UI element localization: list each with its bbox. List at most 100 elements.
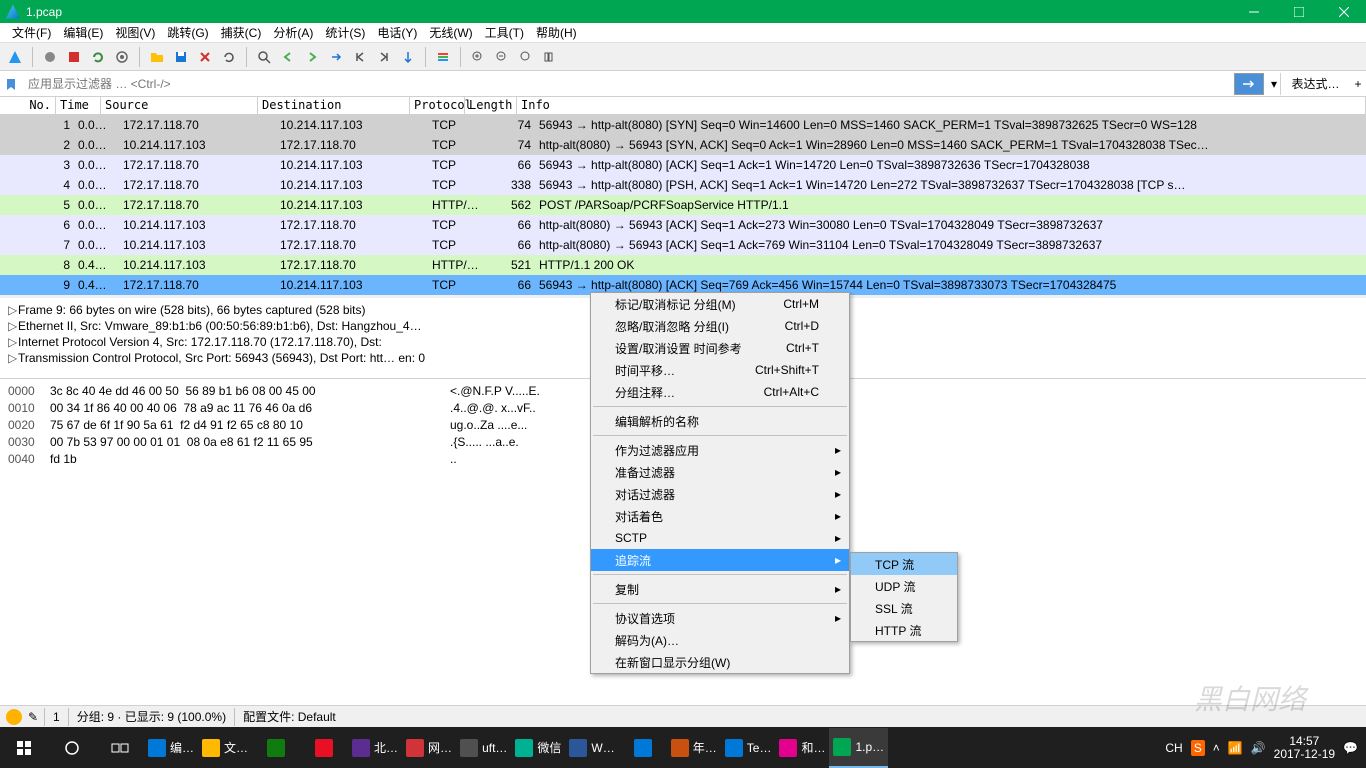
packet-row[interactable]: 20.0…10.214.117.103172.17.118.70TCP74htt… bbox=[0, 135, 1366, 155]
toolbar-logo-icon[interactable] bbox=[4, 46, 26, 68]
packet-row[interactable]: 60.0…10.214.117.103172.17.118.70TCP66htt… bbox=[0, 215, 1366, 235]
filter-bookmark-icon[interactable] bbox=[0, 73, 22, 95]
context-menu-item[interactable]: 协议首选项▸ bbox=[591, 607, 849, 629]
packet-row[interactable]: 40.0…172.17.118.7010.214.117.103TCP33856… bbox=[0, 175, 1366, 195]
restart-capture-icon[interactable] bbox=[87, 46, 109, 68]
context-menu-item[interactable]: 忽略/取消忽略 分组(I)Ctrl+D bbox=[591, 315, 849, 337]
prev-icon[interactable] bbox=[277, 46, 299, 68]
taskbar-app[interactable]: Te… bbox=[721, 728, 776, 768]
context-menu-item[interactable]: 复制▸ bbox=[591, 578, 849, 600]
taskbar-app[interactable]: 文… bbox=[198, 728, 252, 768]
open-file-icon[interactable] bbox=[146, 46, 168, 68]
context-menu-item[interactable]: 设置/取消设置 时间参考Ctrl+T bbox=[591, 337, 849, 359]
taskbar-app[interactable]: 1.p… bbox=[829, 728, 888, 768]
column-header[interactable]: Info bbox=[517, 97, 1366, 114]
display-filter-input[interactable] bbox=[22, 73, 1234, 95]
menu-item-7[interactable]: 电话(Y) bbox=[371, 22, 423, 43]
column-header[interactable]: Protocol bbox=[410, 97, 465, 114]
goto-first-icon[interactable] bbox=[349, 46, 371, 68]
zoom-out-icon[interactable] bbox=[491, 46, 513, 68]
submenu-item[interactable]: SSL 流 bbox=[851, 597, 957, 619]
tray-clock[interactable]: 14:57 bbox=[1274, 735, 1335, 748]
menu-item-0[interactable]: 文件(F) bbox=[6, 22, 57, 43]
zoom-reset-icon[interactable] bbox=[515, 46, 537, 68]
context-menu-item[interactable]: 对话着色▸ bbox=[591, 505, 849, 527]
taskbar-app[interactable]: 年… bbox=[667, 728, 721, 768]
tray-volume-icon[interactable]: 🔊 bbox=[1251, 741, 1266, 755]
context-menu-item[interactable]: 在新窗口显示分组(W) bbox=[591, 651, 849, 673]
tray-date[interactable]: 2017-12-19 bbox=[1274, 748, 1335, 761]
column-header[interactable]: No. bbox=[0, 97, 56, 114]
context-menu-item[interactable]: 作为过滤器应用▸ bbox=[591, 439, 849, 461]
taskbar-app[interactable] bbox=[300, 728, 348, 768]
menu-item-9[interactable]: 工具(T) bbox=[479, 22, 530, 43]
menu-item-4[interactable]: 捕获(C) bbox=[215, 22, 268, 43]
context-menu-item[interactable]: 编辑解析的名称 bbox=[591, 410, 849, 432]
save-file-icon[interactable] bbox=[170, 46, 192, 68]
resize-columns-icon[interactable] bbox=[539, 46, 561, 68]
close-file-icon[interactable] bbox=[194, 46, 216, 68]
find-icon[interactable] bbox=[253, 46, 275, 68]
menu-item-3[interactable]: 跳转(G) bbox=[161, 22, 214, 43]
submenu-item[interactable]: HTTP 流 bbox=[851, 619, 957, 641]
context-menu-item[interactable]: SCTP▸ bbox=[591, 527, 849, 549]
menu-item-2[interactable]: 视图(V) bbox=[109, 22, 161, 43]
column-header[interactable]: Time bbox=[56, 97, 101, 114]
tray-ime-icon[interactable]: S bbox=[1191, 740, 1205, 756]
minimize-button[interactable] bbox=[1231, 0, 1276, 23]
packet-row[interactable]: 70.0…10.214.117.103172.17.118.70TCP66htt… bbox=[0, 235, 1366, 255]
packet-row[interactable]: 30.0…172.17.118.7010.214.117.103TCP66569… bbox=[0, 155, 1366, 175]
capture-options-icon[interactable] bbox=[111, 46, 133, 68]
next-icon[interactable] bbox=[301, 46, 323, 68]
stop-capture-icon[interactable] bbox=[63, 46, 85, 68]
tray-lang[interactable]: CH bbox=[1165, 741, 1182, 755]
context-menu-item[interactable]: 标记/取消标记 分组(M)Ctrl+M bbox=[591, 293, 849, 315]
edit-icon[interactable]: ✎ bbox=[28, 710, 44, 724]
goto-icon[interactable] bbox=[325, 46, 347, 68]
cortana-button[interactable] bbox=[48, 728, 96, 768]
goto-last-icon[interactable] bbox=[373, 46, 395, 68]
taskbar-app[interactable]: 微信 bbox=[511, 728, 565, 768]
taskview-button[interactable] bbox=[96, 728, 144, 768]
taskbar-app[interactable] bbox=[619, 728, 667, 768]
zoom-in-icon[interactable] bbox=[467, 46, 489, 68]
submenu-item[interactable]: TCP 流 bbox=[851, 553, 957, 575]
expression-button[interactable]: 表达式… bbox=[1280, 73, 1350, 95]
status-profile[interactable]: 配置文件: Default bbox=[234, 708, 344, 726]
system-tray[interactable]: CH S ˄ 📶 🔊 14:57 2017-12-19 💬 bbox=[1165, 735, 1366, 761]
taskbar-app[interactable]: W… bbox=[565, 728, 618, 768]
taskbar-app[interactable]: 网… bbox=[402, 728, 456, 768]
context-menu-item[interactable]: 分组注释…Ctrl+Alt+C bbox=[591, 381, 849, 403]
tray-notifications-icon[interactable]: 💬 bbox=[1343, 741, 1358, 755]
reload-icon[interactable] bbox=[218, 46, 240, 68]
taskbar-app[interactable]: 编… bbox=[144, 728, 198, 768]
colorize-icon[interactable] bbox=[432, 46, 454, 68]
start-button[interactable] bbox=[0, 728, 48, 768]
context-menu-item[interactable]: 追踪流▸ bbox=[591, 549, 849, 571]
menu-item-5[interactable]: 分析(A) bbox=[267, 22, 319, 43]
packet-row[interactable]: 50.0…172.17.118.7010.214.117.103HTTP/…56… bbox=[0, 195, 1366, 215]
packet-row[interactable]: 80.4…10.214.117.103172.17.118.70HTTP/…52… bbox=[0, 255, 1366, 275]
submenu-item[interactable]: UDP 流 bbox=[851, 575, 957, 597]
filter-dropdown-icon[interactable]: ▾ bbox=[1268, 77, 1280, 91]
context-menu-item[interactable]: 解码为(A)… bbox=[591, 629, 849, 651]
column-header[interactable]: Length bbox=[465, 97, 517, 114]
filter-apply-button[interactable] bbox=[1234, 73, 1264, 95]
taskbar-app[interactable]: 北… bbox=[348, 728, 402, 768]
menu-item-10[interactable]: 帮助(H) bbox=[530, 22, 583, 43]
taskbar-app[interactable]: uft… bbox=[456, 728, 511, 768]
auto-scroll-icon[interactable] bbox=[397, 46, 419, 68]
menu-item-8[interactable]: 无线(W) bbox=[423, 22, 478, 43]
menu-item-6[interactable]: 统计(S) bbox=[319, 22, 371, 43]
column-header[interactable]: Destination bbox=[258, 97, 410, 114]
tray-up-icon[interactable]: ˄ bbox=[1213, 741, 1220, 755]
maximize-button[interactable] bbox=[1276, 0, 1321, 23]
tray-network-icon[interactable]: 📶 bbox=[1228, 741, 1243, 755]
column-header[interactable]: Source bbox=[101, 97, 258, 114]
taskbar-app[interactable] bbox=[252, 728, 300, 768]
context-menu-item[interactable]: 对话过滤器▸ bbox=[591, 483, 849, 505]
filter-add-icon[interactable]: + bbox=[1350, 77, 1366, 91]
packet-row[interactable]: 10.0…172.17.118.7010.214.117.103TCP74569… bbox=[0, 115, 1366, 135]
context-menu-item[interactable]: 准备过滤器▸ bbox=[591, 461, 849, 483]
context-menu-item[interactable]: 时间平移…Ctrl+Shift+T bbox=[591, 359, 849, 381]
